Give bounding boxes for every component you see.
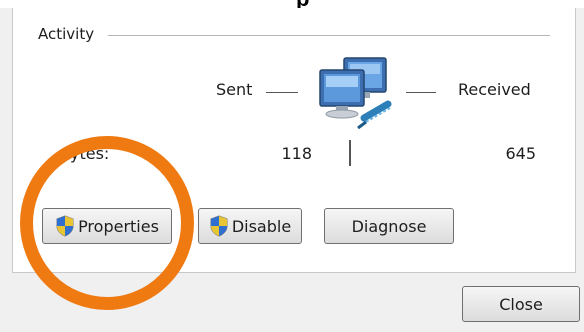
disable-button-label: Disable xyxy=(231,216,292,236)
diagnose-button[interactable]: Diagnose xyxy=(324,208,454,244)
network-computers-icon xyxy=(319,57,392,130)
bytes-divider xyxy=(349,140,351,166)
properties-button[interactable]: Properties xyxy=(42,208,172,244)
activity-group-title: Activity xyxy=(38,25,95,43)
window-top-strip xyxy=(0,0,584,8)
uac-shield-icon xyxy=(210,215,228,237)
received-dash xyxy=(406,92,436,93)
bytes-received-value: 645 xyxy=(505,144,536,163)
properties-button-label: Properties xyxy=(78,216,159,236)
close-button[interactable]: Close xyxy=(462,286,580,322)
bytes-label: ytes: xyxy=(70,144,110,163)
group-divider-line xyxy=(108,35,550,36)
bytes-sent-value: 118 xyxy=(281,144,312,163)
sent-label: Sent xyxy=(216,80,253,99)
uac-shield-icon xyxy=(56,215,74,237)
disable-button[interactable]: Disable xyxy=(198,208,302,244)
close-button-label: Close xyxy=(499,294,543,314)
received-label: Received xyxy=(458,80,531,99)
diagnose-button-label: Diagnose xyxy=(351,216,427,236)
sent-dash xyxy=(266,92,298,93)
